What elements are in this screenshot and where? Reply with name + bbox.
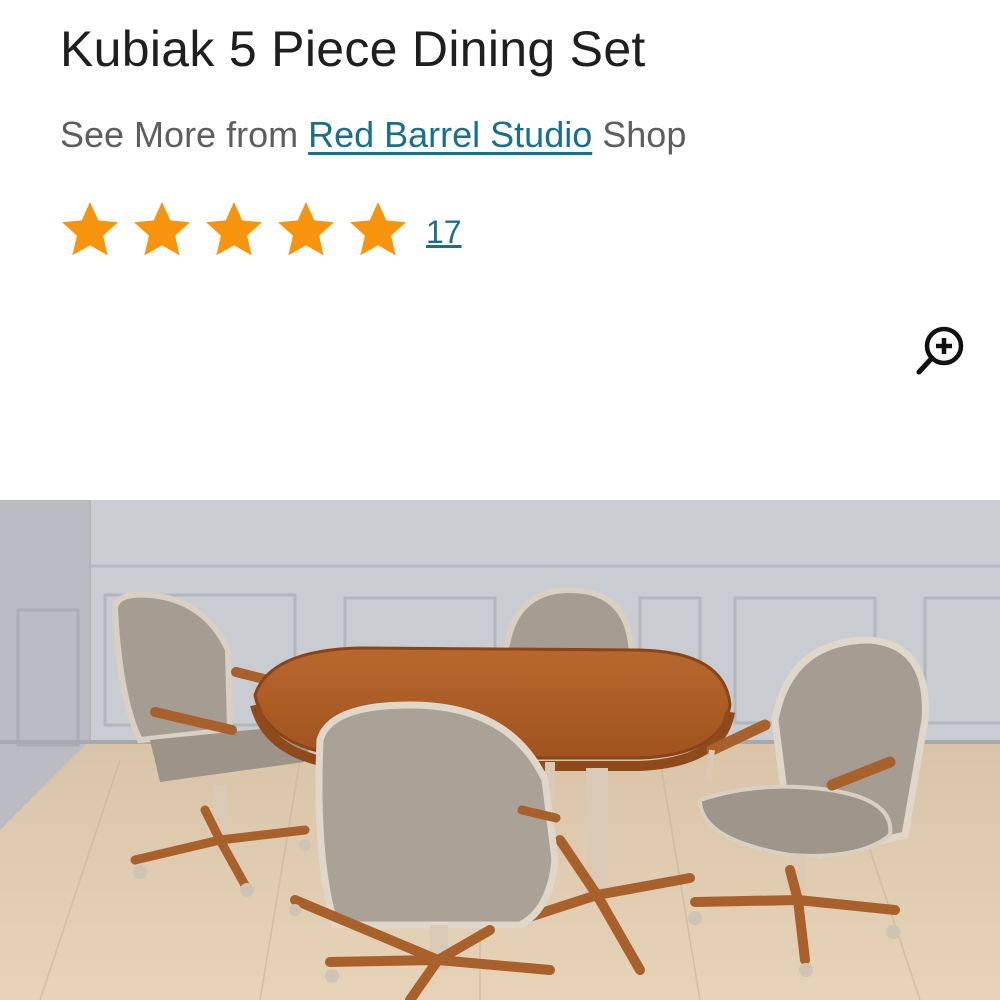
star-icon [206, 202, 262, 256]
dining-set-photo [0, 500, 1000, 1000]
seller-suffix: Shop [602, 114, 687, 155]
product-image[interactable] [0, 500, 1000, 1000]
seller-link[interactable]: Red Barrel Studio [308, 114, 592, 155]
seller-prefix: See More from [60, 114, 299, 155]
star-icon [278, 202, 334, 256]
zoom-in-icon[interactable] [912, 322, 970, 380]
product-header: Kubiak 5 Piece Dining Set See More from … [0, 0, 1000, 500]
star-icon [350, 202, 406, 256]
review-count-link[interactable]: 17 [426, 214, 462, 251]
product-title: Kubiak 5 Piece Dining Set [60, 21, 646, 77]
star-icon [62, 202, 118, 256]
seller-line: See More from Red Barrel Studio Shop [60, 114, 686, 156]
star-icon [134, 202, 190, 256]
star-rating[interactable]: 17 [58, 198, 462, 262]
